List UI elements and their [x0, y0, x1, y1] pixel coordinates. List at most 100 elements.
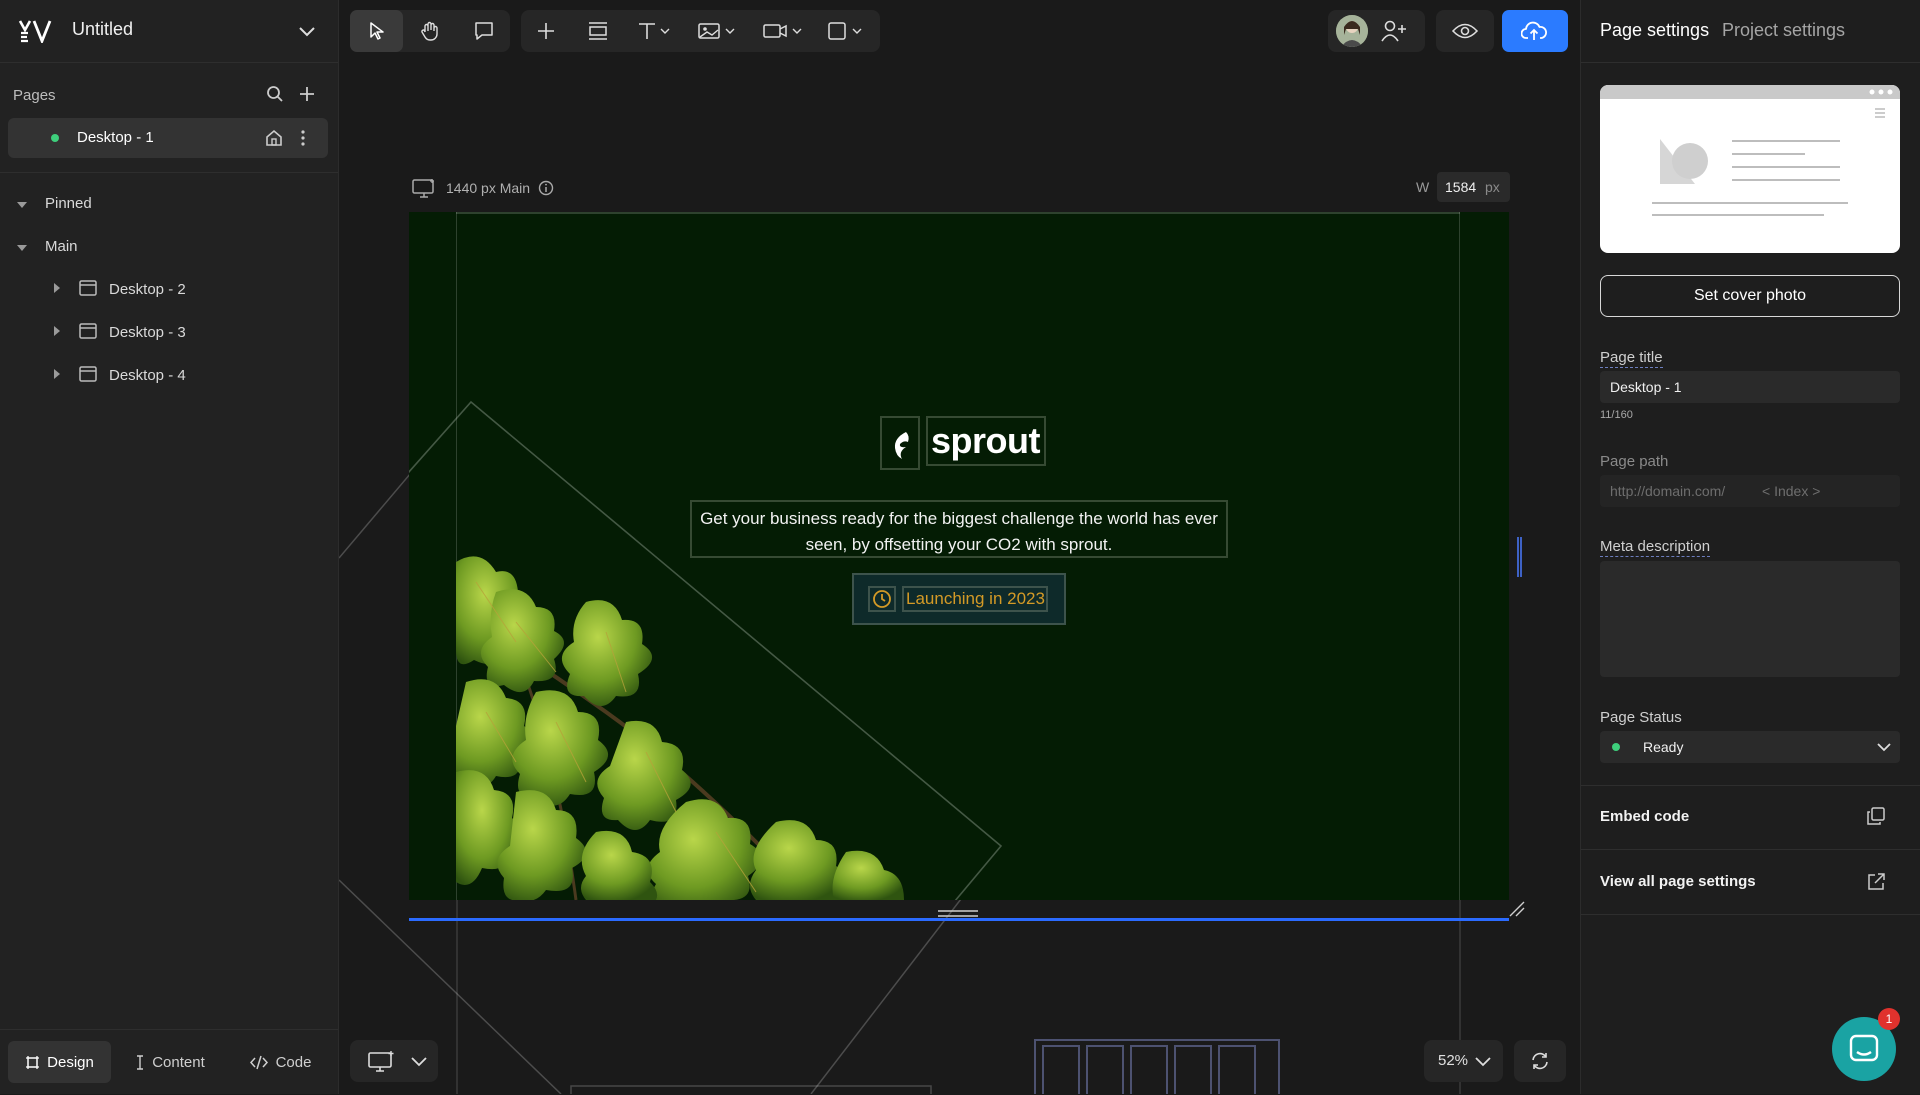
brand-text-box[interactable]: sprout [926, 416, 1046, 466]
sidebar-item-desktop-3[interactable]: Desktop - 3 [109, 324, 186, 341]
section-tool-button[interactable] [571, 10, 625, 52]
meta-description-textarea[interactable] [1600, 561, 1900, 677]
preview-icon [1452, 23, 1478, 39]
chevron-down-icon [1877, 743, 1891, 752]
mode-content-button[interactable]: Content [120, 1041, 220, 1083]
image-tool-button[interactable] [685, 10, 751, 52]
frame-resize-handle[interactable] [938, 908, 978, 920]
text-icon [639, 23, 670, 39]
divider [1581, 62, 1920, 63]
project-title[interactable]: Untitled [72, 19, 133, 40]
page-title-value: Desktop - 1 [1610, 379, 1682, 395]
app-logo[interactable] [18, 19, 52, 43]
mode-design-label: Design [47, 1053, 94, 1071]
chevron-down-icon [411, 1057, 427, 1067]
sprout-leaf-icon [894, 432, 909, 459]
caret-right-icon[interactable] [52, 368, 62, 380]
page-path-input[interactable]: http://domain.com/ < Index > [1600, 475, 1900, 507]
width-input[interactable]: 1584 px [1437, 172, 1510, 202]
page-path-label: Page path [1600, 453, 1669, 470]
toolbar-group-navigation [350, 10, 510, 52]
tab-page-settings[interactable]: Page settings [1600, 20, 1709, 41]
cloud-upload-icon [1521, 21, 1547, 40]
container-guide-top [456, 212, 1460, 214]
page-item-active[interactable]: Desktop - 1 [8, 118, 328, 158]
info-icon[interactable] [538, 180, 554, 196]
page-path-domain: http://domain.com/ [1610, 483, 1726, 499]
zoom-selector[interactable]: 52% [1424, 1040, 1503, 1082]
group-pinned[interactable]: Pinned [45, 195, 92, 212]
copy-icon[interactable] [1866, 806, 1886, 826]
section-icon [589, 22, 607, 40]
comment-tool-button[interactable] [457, 10, 510, 52]
toolbar-group-collaborators [1328, 10, 1425, 52]
select-tool-button[interactable] [350, 10, 403, 52]
add-icon [538, 23, 554, 39]
design-icon [26, 1055, 40, 1069]
container-guide-right [1459, 212, 1460, 900]
page-status-value: Ready [1643, 739, 1684, 755]
code-icon [249, 1055, 268, 1069]
publish-button[interactable] [1502, 10, 1568, 52]
frame-width-handle[interactable] [1517, 537, 1522, 577]
set-cover-photo-button[interactable]: Set cover photo [1600, 275, 1900, 317]
page-title-counter: 11/160 [1600, 409, 1633, 421]
breakpoint-info: 1440 px Main [412, 178, 554, 198]
meta-description-label-text: Meta description [1600, 538, 1711, 557]
hand-tool-button[interactable] [403, 10, 456, 52]
add-page-icon[interactable] [298, 85, 316, 103]
caret-down-icon[interactable] [16, 199, 28, 211]
home-icon[interactable] [265, 129, 283, 147]
toolbar-group-insert [521, 10, 880, 52]
width-unit: px [1485, 179, 1500, 195]
add-user-icon[interactable] [1380, 19, 1408, 43]
mode-design-button[interactable]: Design [8, 1041, 111, 1083]
page-frame-icon [79, 366, 97, 382]
tab-project-settings[interactable]: Project settings [1722, 20, 1845, 41]
breakpoint-selector[interactable] [350, 1040, 438, 1082]
status-dot [1612, 743, 1620, 751]
resize-corner-icon[interactable] [1508, 900, 1526, 918]
tagline-text[interactable]: Get your business ready for the biggest … [690, 500, 1228, 558]
search-pages-icon[interactable] [266, 85, 284, 103]
logo-icon-box[interactable] [880, 416, 920, 470]
view-all-settings-link[interactable]: View all page settings [1600, 873, 1756, 890]
caret-right-icon[interactable] [52, 325, 62, 337]
mode-code-button[interactable]: Code [230, 1041, 330, 1083]
chat-icon [1849, 1034, 1879, 1062]
page-item-label: Desktop - 1 [77, 129, 154, 146]
project-header: Untitled [0, 0, 338, 63]
sidebar-item-desktop-4[interactable]: Desktop - 4 [109, 367, 186, 384]
notification-badge: 1 [1878, 1008, 1900, 1030]
avatar[interactable] [1336, 15, 1368, 47]
embed-code-label[interactable]: Embed code [1600, 808, 1689, 825]
caret-right-icon[interactable] [52, 282, 62, 294]
project-menu-chevron-icon[interactable] [294, 18, 320, 44]
cover-preview[interactable] [1600, 85, 1900, 253]
page-path-value: < Index > [1762, 483, 1821, 499]
more-vertical-icon[interactable] [300, 129, 306, 147]
page-status-select[interactable]: Ready [1600, 731, 1900, 763]
text-cursor-icon [137, 1054, 144, 1070]
caret-down-icon[interactable] [16, 242, 28, 254]
launch-badge[interactable]: Launching in 2023 [852, 573, 1066, 625]
preview-button[interactable] [1436, 10, 1494, 52]
select-icon [369, 22, 384, 40]
divider [1581, 849, 1920, 850]
video-tool-button[interactable] [751, 10, 817, 52]
chevron-down-icon [1475, 1057, 1491, 1067]
width-label: W [1416, 179, 1430, 195]
left-sidebar: Untitled Pages Desktop - 1 Pinned Main D… [0, 0, 339, 1094]
page-frame-desktop-1[interactable]: sprout Get your business ready for the b… [409, 212, 1509, 900]
video-icon [763, 24, 802, 38]
add-element-button[interactable] [521, 10, 571, 52]
page-title-label: Page title [1600, 349, 1663, 368]
refresh-button[interactable] [1514, 1040, 1566, 1082]
text-tool-button[interactable] [625, 10, 685, 52]
breakpoint-label: 1440 px Main [446, 180, 531, 196]
group-main[interactable]: Main [45, 238, 78, 255]
shape-tool-button[interactable] [817, 10, 877, 52]
sidebar-item-desktop-2[interactable]: Desktop - 2 [109, 281, 186, 298]
external-link-icon[interactable] [1866, 872, 1886, 892]
page-title-input[interactable]: Desktop - 1 [1600, 371, 1900, 403]
